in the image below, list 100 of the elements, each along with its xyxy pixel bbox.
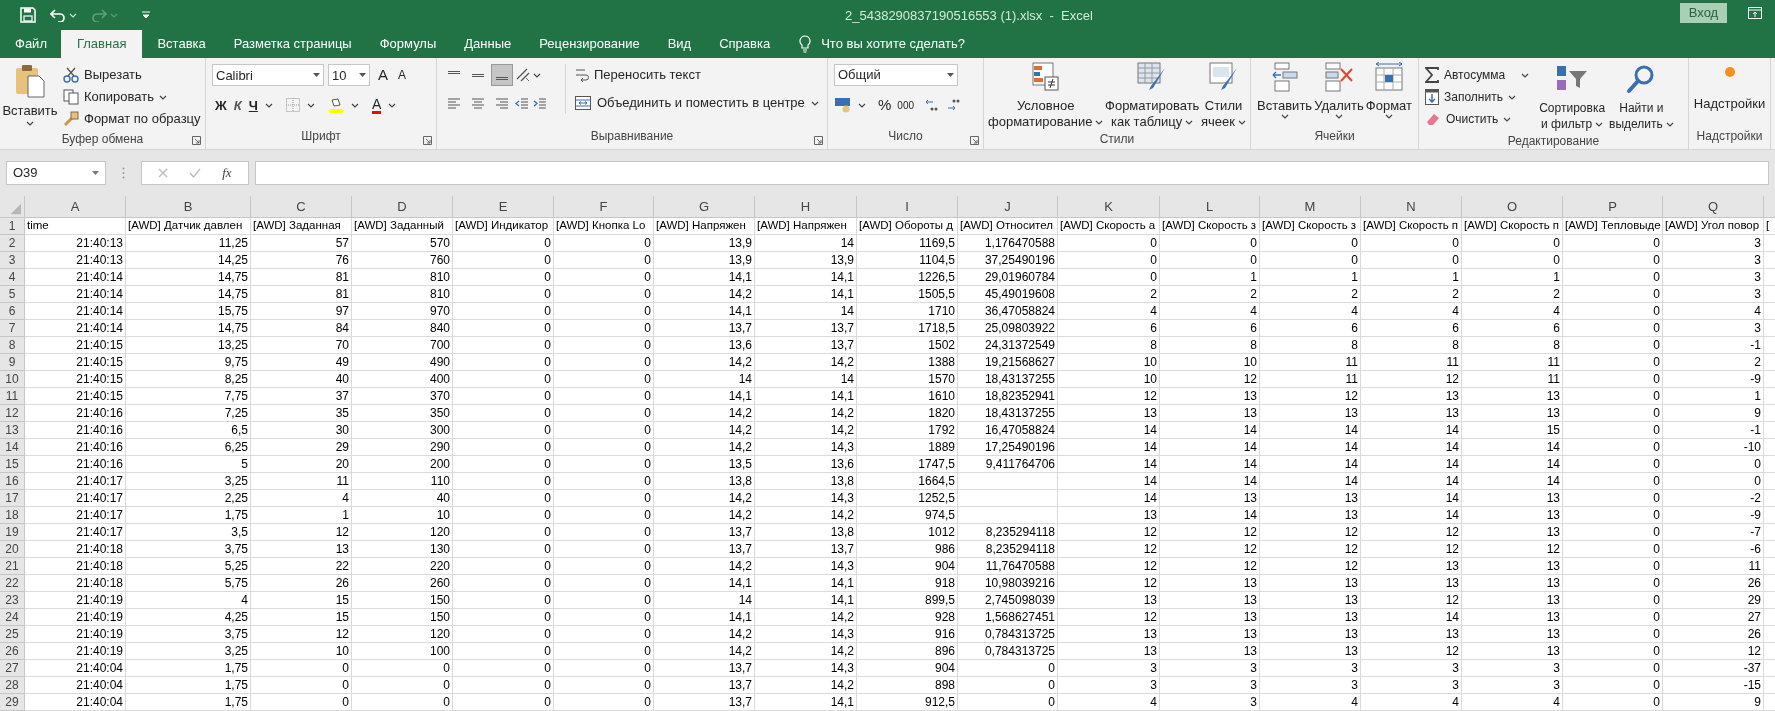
caret-icon[interactable] xyxy=(159,94,167,100)
undo-icon[interactable] xyxy=(50,8,66,22)
add-ins-button[interactable]: Надстройки xyxy=(1693,94,1766,114)
ribbon-button-label[interactable]: Условное xyxy=(1017,98,1075,114)
caret-icon[interactable] xyxy=(1280,114,1289,119)
column-header[interactable]: B xyxy=(126,196,251,218)
number-format-field[interactable]: Общий xyxy=(834,64,958,86)
dialog-launcher-icon[interactable] xyxy=(970,136,979,145)
row-header[interactable]: 29 xyxy=(0,694,25,711)
ribbon-button-label[interactable]: Копировать xyxy=(84,87,154,107)
ribbon-tab[interactable]: Данные xyxy=(451,30,525,58)
scissors-icon[interactable] xyxy=(63,67,79,83)
column-header[interactable]: H xyxy=(755,196,857,218)
ribbon-button-label[interactable]: Найти и xyxy=(1619,100,1664,116)
caret-icon[interactable] xyxy=(1665,121,1674,127)
ribbon-button-label[interactable]: Очистить xyxy=(1446,110,1499,128)
dropdown-arrow-icon[interactable] xyxy=(92,171,99,175)
row-header[interactable]: 24 xyxy=(0,609,25,626)
row-header[interactable]: 5 xyxy=(0,286,25,303)
row-header[interactable]: 8 xyxy=(0,337,25,354)
empty-cell[interactable] xyxy=(958,490,1058,507)
caret-icon[interactable] xyxy=(388,102,397,108)
ribbon-button-label[interactable]: Переносить текст xyxy=(594,65,701,85)
italic-button[interactable]: К xyxy=(233,95,242,115)
column-header[interactable]: C xyxy=(251,196,352,218)
row-header[interactable]: 25 xyxy=(0,626,25,643)
ribbon-tab[interactable]: Рецензирование xyxy=(526,30,653,58)
check-icon[interactable] xyxy=(189,168,202,178)
paste-button[interactable]: Вставить xyxy=(2,101,58,121)
column-header[interactable]: N xyxy=(1361,196,1462,218)
row-header[interactable]: 4 xyxy=(0,269,25,286)
row-header[interactable]: 1 xyxy=(0,218,25,235)
bold-button[interactable]: Ж xyxy=(215,95,227,115)
row-header[interactable]: 21 xyxy=(0,558,25,575)
font-name-field[interactable]: Calibri xyxy=(212,64,324,87)
grip-icon[interactable] xyxy=(122,167,125,179)
caret-icon[interactable] xyxy=(1185,119,1194,125)
dialog-launcher-icon[interactable] xyxy=(192,136,201,145)
fill-down-icon[interactable] xyxy=(1425,89,1439,105)
row-header[interactable]: 11 xyxy=(0,388,25,405)
row-header[interactable]: 17 xyxy=(0,490,25,507)
ribbon-tab[interactable]: Файл xyxy=(3,30,59,58)
caret-icon[interactable] xyxy=(858,102,866,108)
caret-icon[interactable] xyxy=(1238,119,1246,125)
ribbon-button-label[interactable]: ячеек xyxy=(1201,114,1235,130)
font-color-button[interactable]: A xyxy=(371,96,382,114)
paste-icon[interactable] xyxy=(15,64,45,98)
row-header[interactable]: 9 xyxy=(0,354,25,371)
vertical-align-button[interactable] xyxy=(491,64,513,86)
row-header[interactable]: 3 xyxy=(0,252,25,269)
ribbon-button-label[interactable]: как таблицу xyxy=(1111,114,1183,130)
copy-icon[interactable] xyxy=(63,89,79,105)
ribbon-tab[interactable]: Вид xyxy=(654,30,705,58)
column-header[interactable]: F xyxy=(554,196,654,218)
column-header[interactable]: A xyxy=(25,196,126,218)
ribbon-button-label[interactable]: и фильтр xyxy=(1541,116,1593,132)
caret-icon[interactable] xyxy=(810,100,819,106)
column-header[interactable]: E xyxy=(453,196,554,218)
ribbon-button-label[interactable]: Удалить xyxy=(1314,98,1364,114)
wrap-text-icon[interactable] xyxy=(575,68,589,82)
row-header[interactable]: 19 xyxy=(0,524,25,541)
column-header[interactable]: P xyxy=(1563,196,1663,218)
ribbon-button-label[interactable]: выделить xyxy=(1609,116,1663,132)
row-header[interactable]: 22 xyxy=(0,575,25,592)
column-header[interactable]: G xyxy=(654,196,755,218)
decrease-indent-icon[interactable] xyxy=(515,96,529,110)
empty-cell[interactable] xyxy=(958,473,1058,490)
dropdown-arrow-icon[interactable] xyxy=(947,73,954,77)
row-header[interactable]: 18 xyxy=(0,507,25,524)
row-header[interactable]: 16 xyxy=(0,473,25,490)
sum-icon[interactable] xyxy=(1425,67,1439,83)
row-header[interactable]: 28 xyxy=(0,677,25,694)
ribbon-display-icon[interactable] xyxy=(1748,7,1762,19)
ribbon-tab[interactable]: Разметка страницы xyxy=(220,30,365,58)
merge-cells-icon[interactable] xyxy=(575,96,591,110)
empty-cell[interactable] xyxy=(958,507,1058,524)
caret-icon[interactable] xyxy=(1384,114,1393,119)
font-size-field[interactable]: 10 xyxy=(328,64,370,87)
caret-icon[interactable] xyxy=(1095,119,1104,125)
orientation-icon[interactable] xyxy=(515,67,531,83)
dropdown-arrow-icon[interactable] xyxy=(313,73,320,78)
eraser-icon[interactable] xyxy=(1425,112,1441,126)
customize-icon[interactable] xyxy=(142,11,150,19)
ribbon-button-label[interactable]: Вырезать xyxy=(84,65,142,85)
caret-icon[interactable] xyxy=(1595,121,1604,127)
dialog-launcher-icon[interactable] xyxy=(423,136,432,145)
tell-me-field[interactable]: Что вы хотите сделать? xyxy=(821,34,965,54)
caret-icon[interactable] xyxy=(533,72,541,78)
name-box[interactable]: O39 xyxy=(6,161,106,185)
column-header[interactable]: M xyxy=(1260,196,1361,218)
ribbon-tab[interactable]: Главная xyxy=(60,30,143,58)
caret-icon[interactable] xyxy=(350,102,359,108)
column-header[interactable]: Q xyxy=(1663,196,1764,218)
row-header[interactable]: 13 xyxy=(0,422,25,439)
row-header[interactable]: 14 xyxy=(0,439,25,456)
ribbon-button-label[interactable]: Сортировка xyxy=(1539,100,1606,116)
ribbon-button-label[interactable]: форматирование xyxy=(988,114,1093,130)
align-left-icon[interactable] xyxy=(447,96,461,110)
align-center-icon[interactable] xyxy=(471,96,485,110)
ribbon-tab[interactable]: Справка xyxy=(706,30,784,58)
